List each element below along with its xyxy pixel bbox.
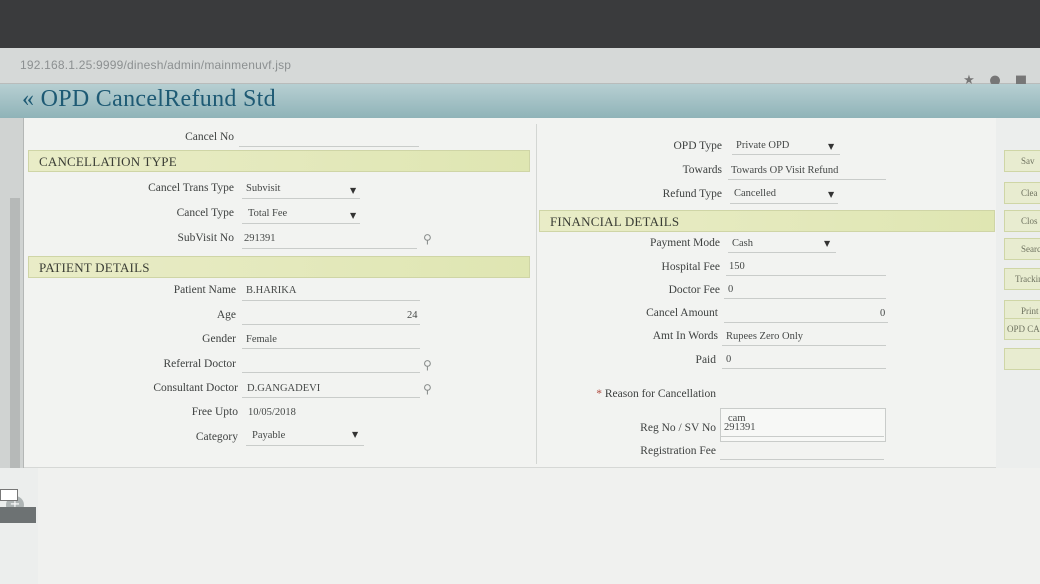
field-underline: [728, 179, 886, 180]
category-label: Category: [195, 431, 238, 443]
reg-no-field[interactable]: 291391: [724, 422, 756, 433]
gender-label: Gender: [202, 333, 236, 345]
section-cancellation-type: CANCELLATION TYPE: [28, 150, 530, 172]
gender-field[interactable]: Female: [246, 334, 277, 345]
amt-in-words-label: Amt In Words: [652, 330, 718, 342]
field-underline: [242, 223, 360, 224]
towards-label: Towards: [682, 164, 722, 176]
field-underline: [722, 345, 886, 346]
doctor-fee-field[interactable]: 0: [728, 284, 733, 295]
opd-type-label: OPD Type: [673, 140, 723, 152]
registration-fee-label: Registration Fee: [640, 445, 716, 457]
registration-fee-field[interactable]: [720, 459, 884, 460]
refund-type-label: Refund Type: [662, 188, 722, 200]
caret-down-icon[interactable]: ▼: [352, 430, 358, 439]
field-underline: [242, 248, 417, 249]
lower-area: [38, 468, 1040, 584]
refund-type-select[interactable]: Cancelled: [734, 188, 776, 199]
amt-in-words-field[interactable]: Rupees Zero Only: [726, 331, 803, 342]
page-title[interactable]: « OPD CancelRefund Std: [22, 86, 276, 113]
cancel-type-select[interactable]: Total Fee: [248, 208, 287, 219]
field-underline: [246, 445, 364, 446]
save-button[interactable]: Sav: [1004, 150, 1040, 172]
field-underline: [242, 348, 420, 349]
required-mark: *: [596, 388, 602, 400]
section-patient-details: PATIENT DETAILS: [28, 256, 530, 278]
hospital-fee-field[interactable]: 150: [729, 261, 745, 272]
opd-type-select[interactable]: Private OPD: [736, 140, 789, 151]
caret-down-icon[interactable]: ▼: [824, 239, 830, 248]
collapse-bar[interactable]: [0, 507, 36, 523]
subvisit-no-label: SubVisit No: [177, 232, 234, 244]
clear-button[interactable]: Clea: [1004, 182, 1040, 204]
caret-down-icon[interactable]: ▼: [350, 211, 356, 220]
browser-frame: [0, 0, 1040, 48]
field-underline: [728, 252, 836, 253]
empty-side-button[interactable]: [1004, 348, 1040, 370]
age-field[interactable]: 24: [407, 310, 418, 321]
search-icon[interactable]: ⚲: [423, 232, 432, 246]
field-underline: [730, 203, 838, 204]
consultant-doctor-input[interactable]: D.GANGADEVI: [247, 383, 320, 394]
referral-doctor-input[interactable]: [242, 372, 420, 373]
field-underline: [242, 324, 420, 325]
field-underline: [242, 397, 420, 398]
patient-name-field[interactable]: B.HARIKA: [246, 285, 296, 296]
title-bar: « OPD CancelRefund Std: [0, 84, 1040, 118]
category-select[interactable]: Payable: [252, 430, 285, 441]
field-underline: [724, 322, 888, 323]
url-text[interactable]: 192.168.1.25:9999/dinesh/admin/mainmenuv…: [20, 58, 291, 72]
caret-down-icon[interactable]: ▼: [828, 142, 834, 151]
close-button[interactable]: Clos: [1004, 210, 1040, 232]
left-rail: +: [0, 118, 24, 514]
patient-name-label: Patient Name: [173, 284, 236, 296]
opd-ca-button[interactable]: OPD CA: [1004, 318, 1040, 340]
paid-field[interactable]: 0: [726, 354, 731, 365]
hospital-fee-label: Hospital Fee: [661, 261, 720, 273]
subvisit-no-input[interactable]: 291391: [244, 233, 276, 244]
field-underline: [726, 275, 886, 276]
free-upto-field[interactable]: 10/05/2018: [248, 407, 296, 418]
free-upto-label: Free Upto: [191, 406, 238, 418]
cancel-trans-type-label: Cancel Trans Type: [148, 182, 234, 194]
search-icon[interactable]: ⚲: [423, 382, 432, 396]
field-underline: [724, 298, 886, 299]
page: « OPD CancelRefund Std + Cancel No CANCE…: [0, 84, 1040, 584]
field-underline: [242, 198, 360, 199]
payment-mode-label: Payment Mode: [650, 237, 720, 249]
cancel-trans-type-select[interactable]: Subvisit: [246, 183, 280, 194]
cancel-amount-input[interactable]: 0: [880, 308, 885, 319]
paid-label: Paid: [695, 354, 716, 366]
payment-mode-select[interactable]: Cash: [732, 238, 753, 249]
field-underline: [720, 436, 884, 437]
scrollbar[interactable]: [10, 198, 20, 468]
doctor-fee-label: Doctor Fee: [668, 284, 720, 296]
cancel-no-label: Cancel No: [185, 131, 234, 143]
caret-down-icon[interactable]: ▼: [828, 190, 834, 199]
reg-no-label: Reg No / SV No: [640, 422, 716, 434]
age-label: Age: [216, 309, 236, 321]
field-underline: [242, 300, 420, 301]
section-financial-details: FINANCIAL DETAILS: [539, 210, 995, 232]
search-button[interactable]: Search: [1004, 238, 1040, 260]
search-icon[interactable]: ⚲: [423, 358, 432, 372]
checkbox[interactable]: [0, 489, 18, 501]
consultant-doctor-label: Consultant Doctor: [153, 382, 238, 394]
cancel-amount-label: Cancel Amount: [646, 307, 718, 319]
cancel-type-label: Cancel Type: [176, 207, 234, 219]
address-bar[interactable]: 192.168.1.25:9999/dinesh/admin/mainmenuv…: [0, 48, 1040, 88]
reason-label-text: Reason for Cancellation: [604, 388, 716, 400]
caret-down-icon[interactable]: ▼: [350, 186, 356, 195]
field-underline: [732, 154, 840, 155]
tracking-button[interactable]: Trackin: [1004, 268, 1040, 290]
towards-field[interactable]: Towards OP Visit Refund: [731, 165, 838, 176]
referral-doctor-label: Referral Doctor: [163, 358, 236, 370]
field-underline: [722, 368, 886, 369]
reason-label: * Reason for Cancellation: [584, 388, 716, 400]
cancel-no-field[interactable]: [239, 146, 419, 147]
form-area: Cancel No CANCELLATION TYPE Cancel Trans…: [24, 118, 996, 468]
column-divider: [536, 124, 537, 464]
